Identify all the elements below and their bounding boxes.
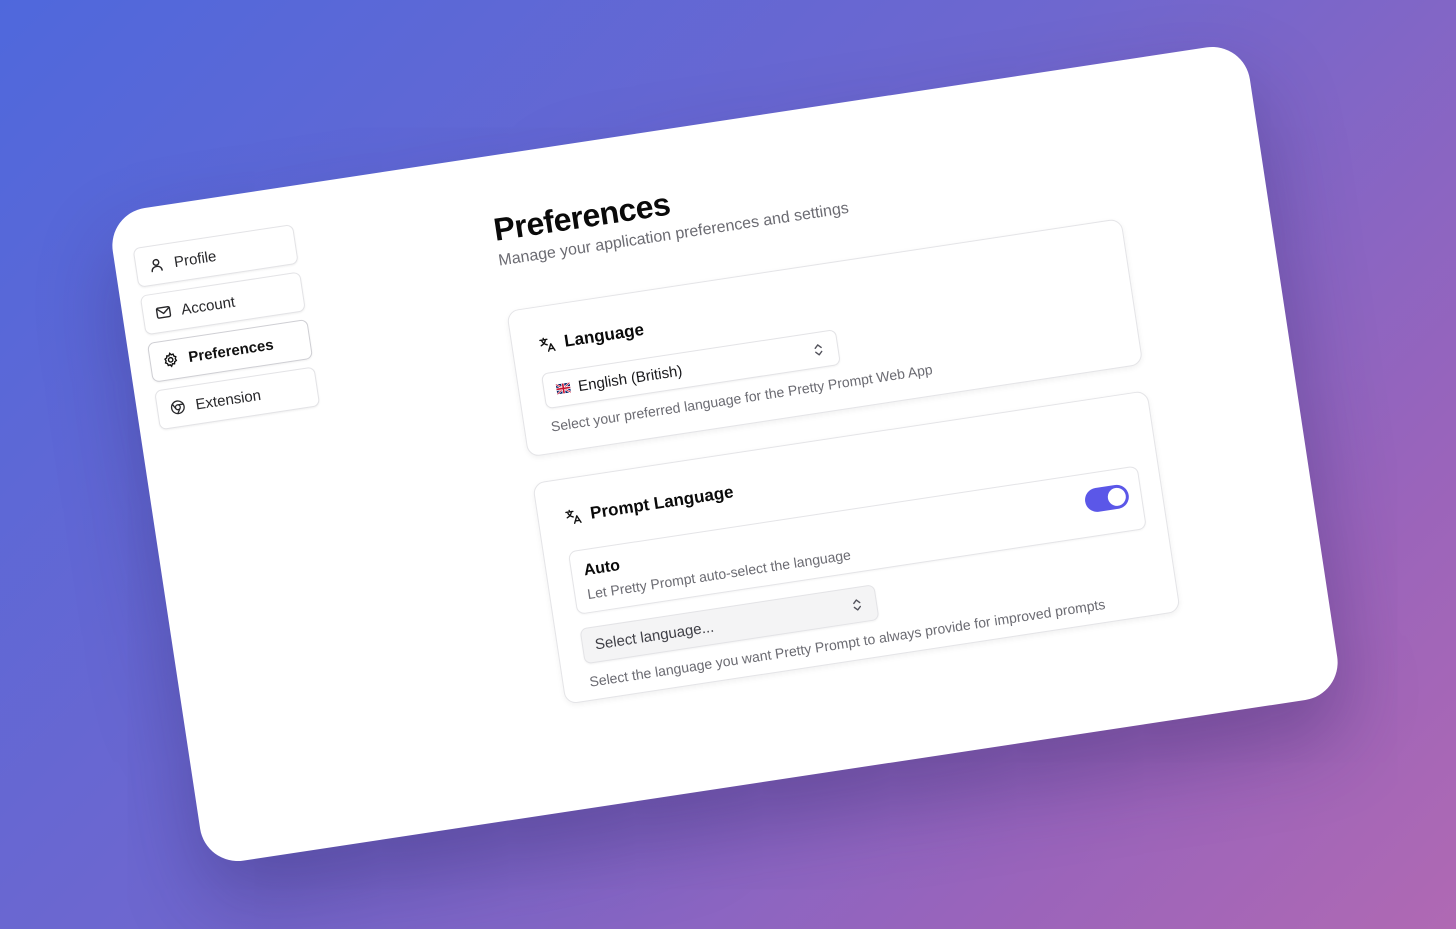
chevron-up-down-icon (810, 341, 826, 359)
mail-icon (154, 303, 172, 321)
gear-icon (162, 351, 180, 369)
translate-icon (563, 506, 583, 526)
auto-toggle[interactable] (1083, 483, 1131, 514)
prompt-language-section-title: Prompt Language (563, 482, 735, 527)
auto-title: Auto (582, 557, 622, 580)
toggle-knob (1106, 486, 1128, 508)
chrome-icon (169, 398, 187, 416)
uk-flag-icon (555, 382, 572, 395)
language-select-value: English (British) (576, 362, 684, 395)
settings-window: Profile Account Preferences Extension Pr… (107, 41, 1343, 867)
language-title: Language (562, 319, 646, 351)
prompt-language-select-placeholder: Select language... (593, 618, 716, 653)
translate-icon (537, 334, 557, 354)
sidebar-item-label: Extension (194, 386, 263, 414)
user-icon (147, 256, 165, 274)
language-section-title: Language (537, 320, 645, 356)
page-header: Preferences Manage your application pref… (491, 159, 850, 270)
chevron-up-down-icon (849, 596, 865, 614)
sidebar: Profile Account Preferences Extension (132, 224, 322, 438)
sidebar-item-label: Account (180, 293, 237, 319)
prompt-language-title: Prompt Language (588, 482, 735, 523)
sidebar-item-label: Profile (172, 247, 218, 271)
sidebar-item-label: Preferences (187, 335, 275, 366)
